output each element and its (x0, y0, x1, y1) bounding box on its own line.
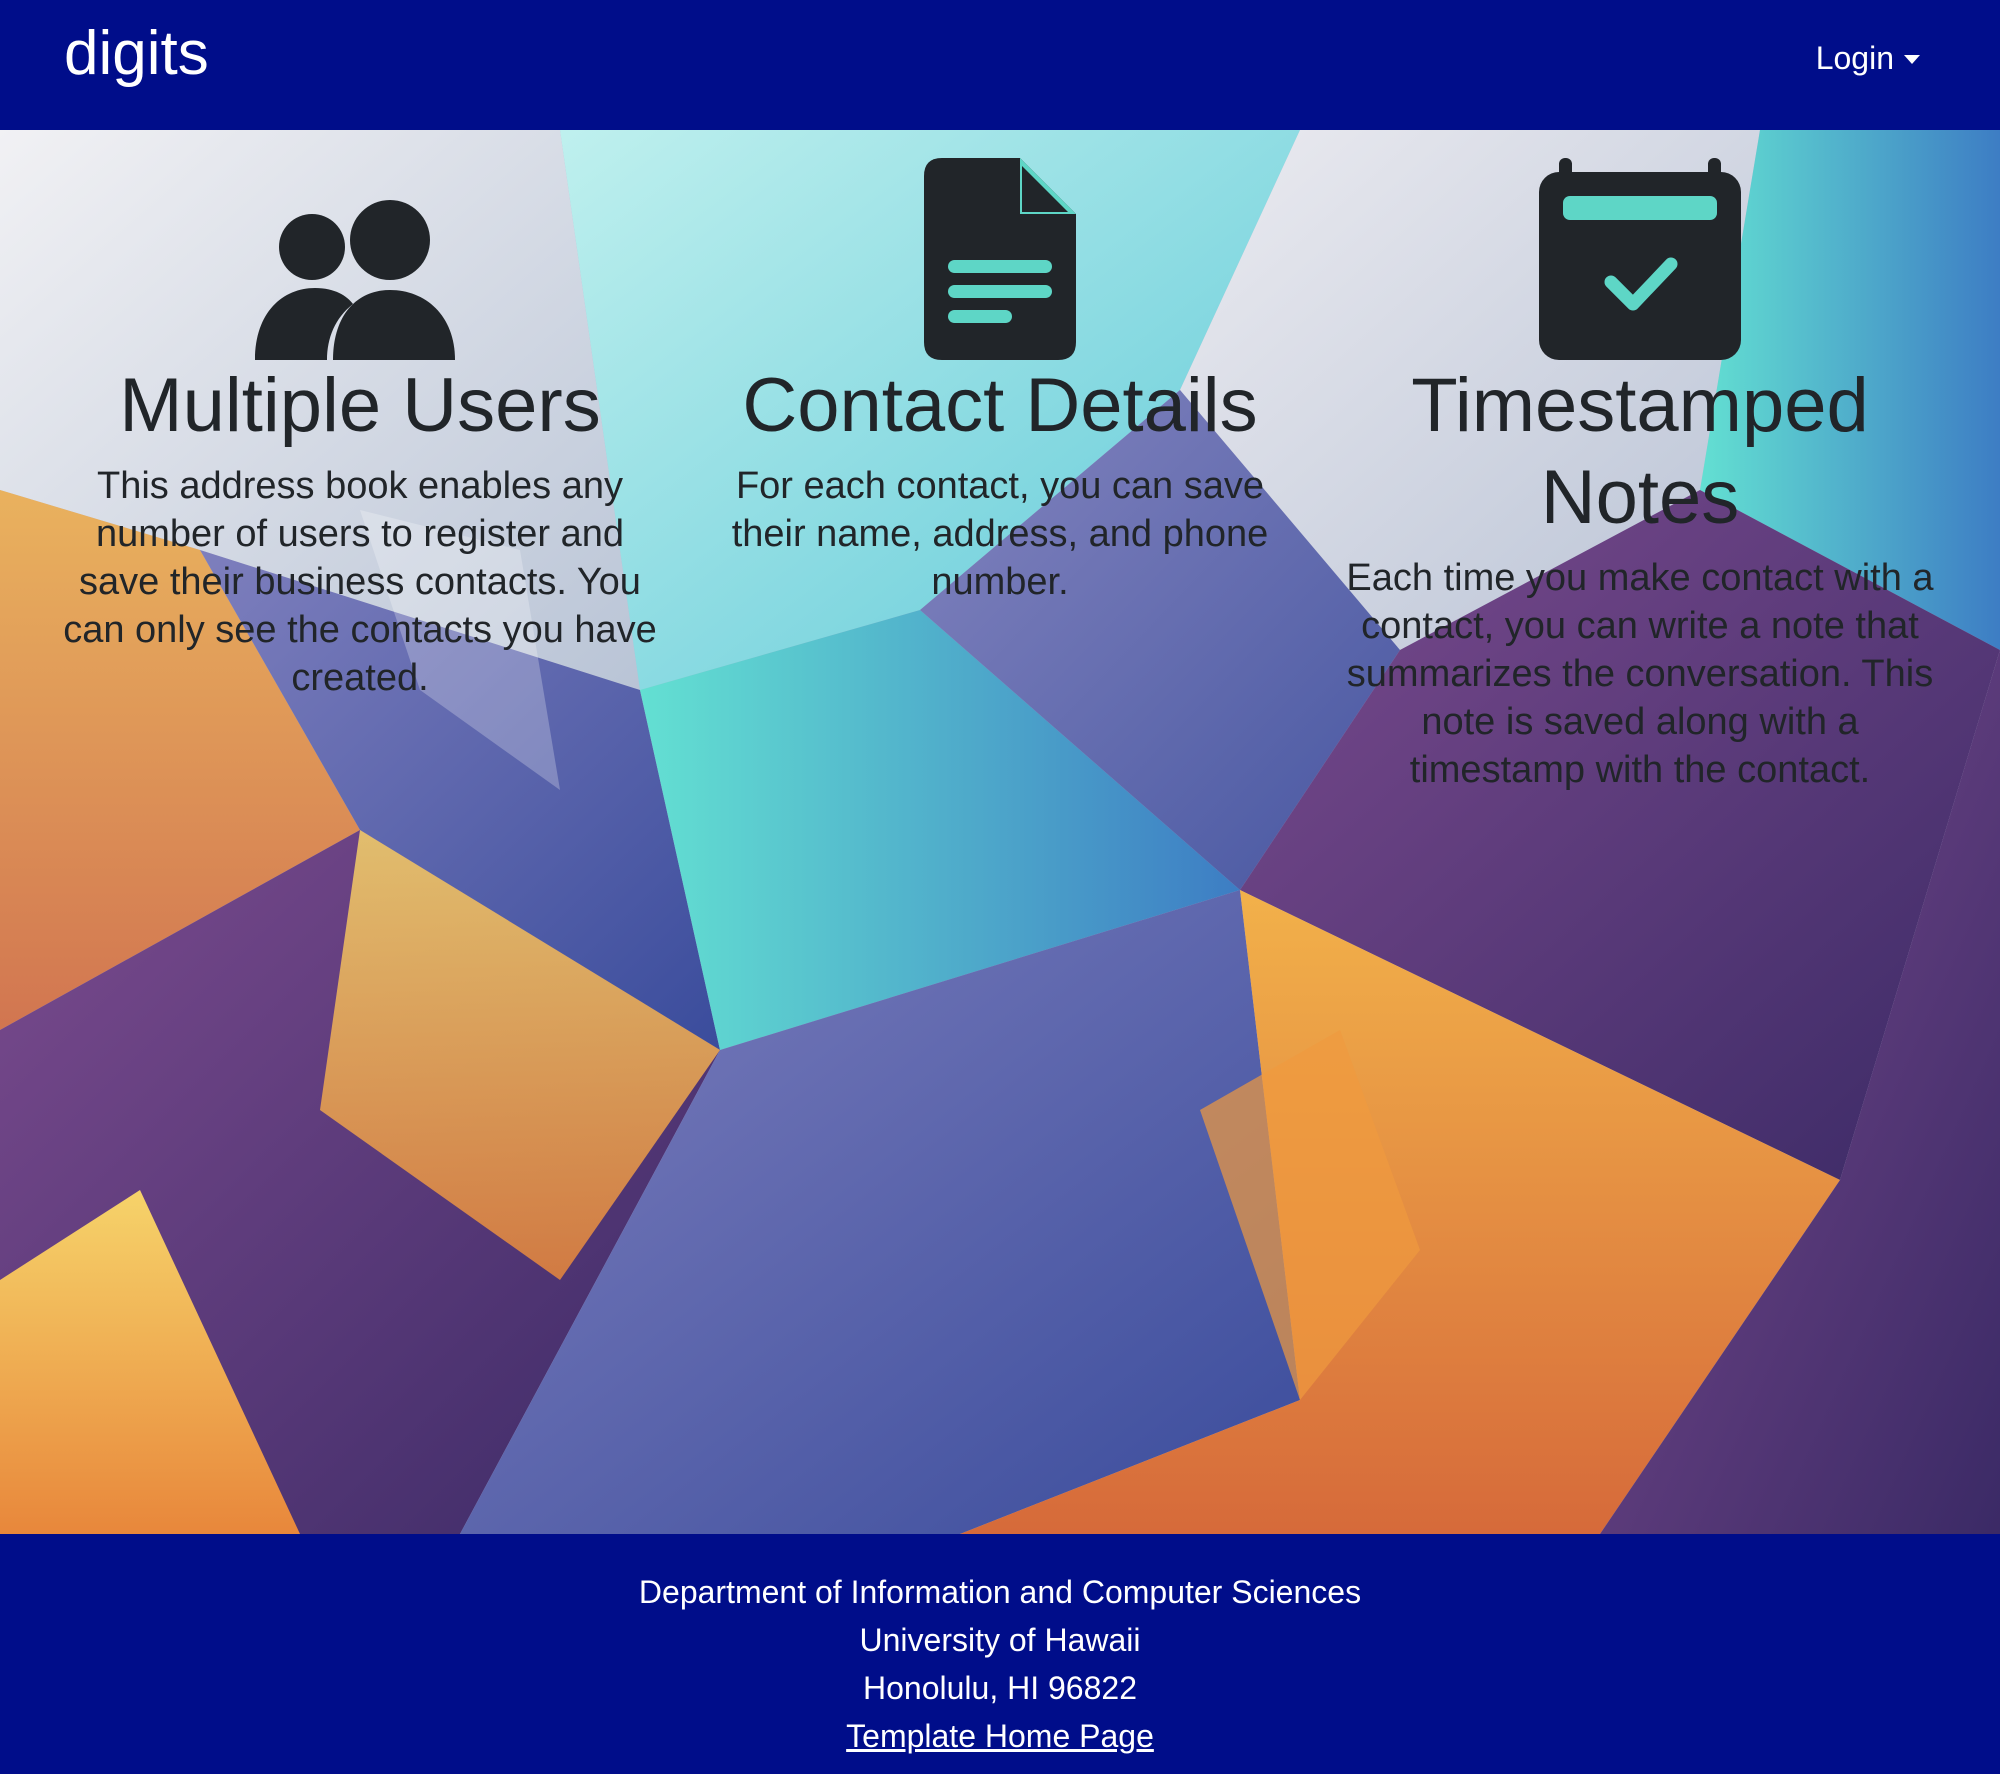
feature-contact-details: Contact Details For each contact, you ca… (700, 130, 1300, 606)
footer-address: Honolulu, HI 96822 (863, 1670, 1137, 1706)
login-dropdown[interactable]: Login (1816, 36, 1920, 80)
landing-hero: Multiple Users This address book enables… (0, 130, 2000, 1534)
feature-description: For each contact, you can save their nam… (731, 465, 1269, 603)
feature-description: Each time you make contact with a contac… (1346, 557, 1934, 791)
footer-university: University of Hawaii (859, 1622, 1141, 1658)
feature-title: Timestamped Notes (1411, 363, 1869, 540)
users-icon (255, 200, 455, 360)
feature-timestamped-notes: Timestamped Notes Each time you make con… (1340, 130, 1940, 794)
calendar-check-icon (1539, 158, 1741, 360)
login-label: Login (1815, 40, 1894, 76)
feature-multiple-users: Multiple Users This address book enables… (60, 130, 660, 702)
chevron-down-icon (1904, 54, 1920, 64)
footer: Department of Information and Computer S… (0, 1534, 2000, 1774)
brand-link[interactable]: digits (64, 14, 209, 94)
template-home-link[interactable]: Template Home Page (846, 1718, 1154, 1754)
navbar: digits Login (0, 0, 2000, 130)
feature-title: Multiple Users (119, 363, 601, 448)
feature-title: Contact Details (742, 363, 1258, 448)
footer-department: Department of Information and Computer S… (638, 1574, 1362, 1610)
feature-description: This address book enables any number of … (63, 465, 657, 699)
file-text-icon (924, 158, 1076, 360)
